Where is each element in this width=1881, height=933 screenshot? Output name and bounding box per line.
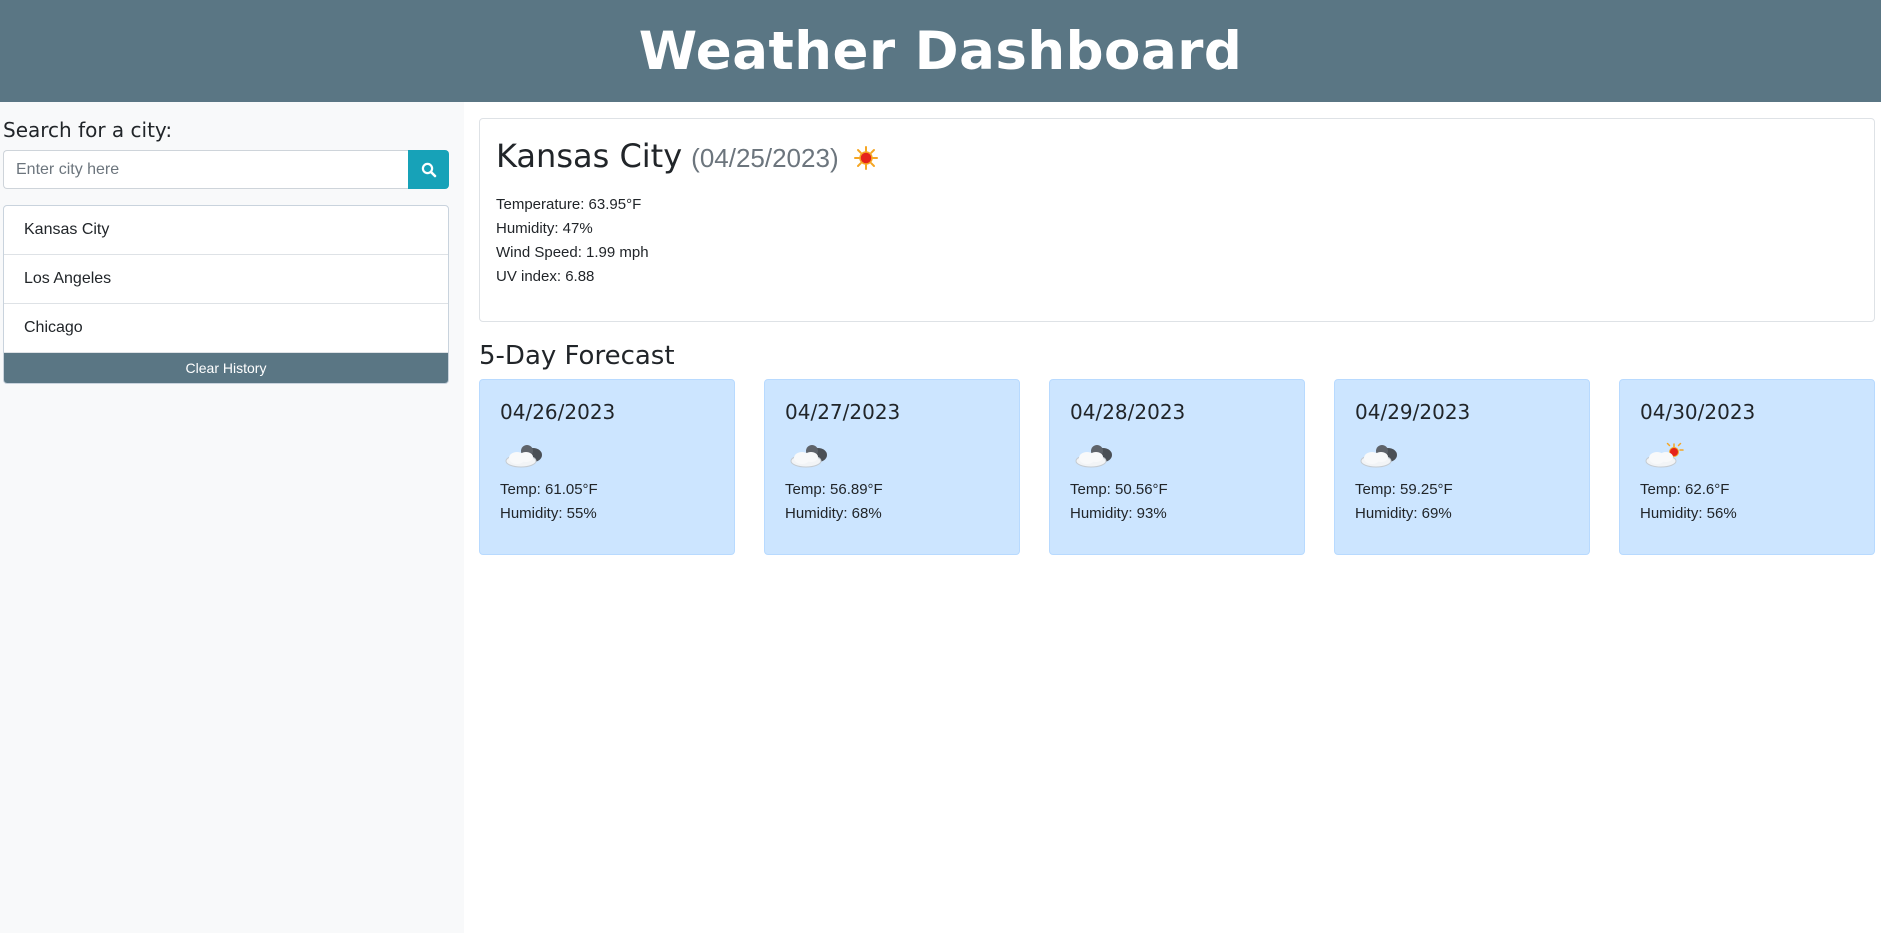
forecast-card: 04/26/2023 Temp: 61.05°F Humidity: 55%: [479, 379, 735, 555]
forecast-title: 5-Day Forecast: [479, 341, 675, 371]
forecast-card: 04/28/2023 Temp: 50.56°F Humidity: 93%: [1049, 379, 1305, 555]
forecast-card: 04/27/2023 Temp: 56.89°F Humidity: 68%: [764, 379, 1020, 555]
current-date: (04/25/2023): [691, 143, 839, 173]
current-uv-index: UV index: 6.88: [496, 268, 595, 285]
forecast-humidity: Humidity: 56%: [1640, 505, 1737, 522]
forecast-temp: Temp: 62.6°F: [1640, 481, 1730, 498]
forecast-date: 04/30/2023: [1640, 400, 1756, 424]
main-content: Kansas City (04/25/2023) Temperature: 63…: [464, 102, 1881, 933]
forecast-date: 04/27/2023: [785, 400, 901, 424]
city-search-input[interactable]: [3, 150, 408, 189]
forecast-card: 04/30/2023 Temp: 62.6°F Humidity: 56%: [1619, 379, 1875, 555]
forecast-humidity: Humidity: 93%: [1070, 505, 1167, 522]
page-title: Weather Dashboard: [638, 20, 1243, 82]
forecast-card: 04/29/2023 Temp: 59.25°F Humidity: 69%: [1334, 379, 1590, 555]
current-city-name: Kansas City: [496, 137, 683, 175]
forecast-date: 04/29/2023: [1355, 400, 1471, 424]
search-form: [3, 150, 449, 189]
forecast-temp: Temp: 56.89°F: [785, 481, 883, 498]
forecast-humidity: Humidity: 55%: [500, 505, 597, 522]
main-layout: Search for a city: Kansas City Los Angel…: [0, 102, 1881, 933]
search-icon: [421, 162, 436, 177]
current-humidity: Humidity: 47%: [496, 220, 593, 237]
cloud-moon-icon: [505, 445, 542, 468]
history-item[interactable]: Los Angeles: [4, 255, 448, 304]
current-weather-card: Kansas City (04/25/2023) Temperature: 63…: [479, 118, 1875, 322]
cloud-sun-icon: [1645, 442, 1684, 468]
search-button[interactable]: [408, 150, 449, 189]
forecast-row: 04/26/2023 Temp: 61.05°F Humidity: 55% 0…: [479, 379, 1875, 555]
forecast-temp: Temp: 59.25°F: [1355, 481, 1453, 498]
current-temperature: Temperature: 63.95°F: [496, 196, 642, 213]
forecast-humidity: Humidity: 68%: [785, 505, 882, 522]
forecast-date: 04/26/2023: [500, 400, 616, 424]
forecast-temp: Temp: 61.05°F: [500, 481, 598, 498]
search-history-list: Kansas City Los Angeles Chicago Clear Hi…: [3, 205, 449, 384]
sun-icon: [853, 146, 878, 170]
current-wind-speed: Wind Speed: 1.99 mph: [496, 244, 649, 261]
page-header: Weather Dashboard: [0, 0, 1881, 102]
forecast-humidity: Humidity: 69%: [1355, 505, 1452, 522]
forecast-date: 04/28/2023: [1070, 400, 1186, 424]
current-weather-heading: Kansas City (04/25/2023): [496, 137, 1858, 175]
history-item[interactable]: Chicago: [4, 304, 448, 353]
clear-history-button[interactable]: Clear History: [4, 353, 448, 383]
history-item[interactable]: Kansas City: [4, 206, 448, 255]
cloud-moon-icon: [1075, 445, 1112, 468]
cloud-moon-icon: [1360, 445, 1397, 468]
cloud-moon-icon: [790, 445, 827, 468]
sidebar: Search for a city: Kansas City Los Angel…: [0, 102, 464, 933]
search-title: Search for a city:: [3, 118, 173, 142]
forecast-temp: Temp: 50.56°F: [1070, 481, 1168, 498]
